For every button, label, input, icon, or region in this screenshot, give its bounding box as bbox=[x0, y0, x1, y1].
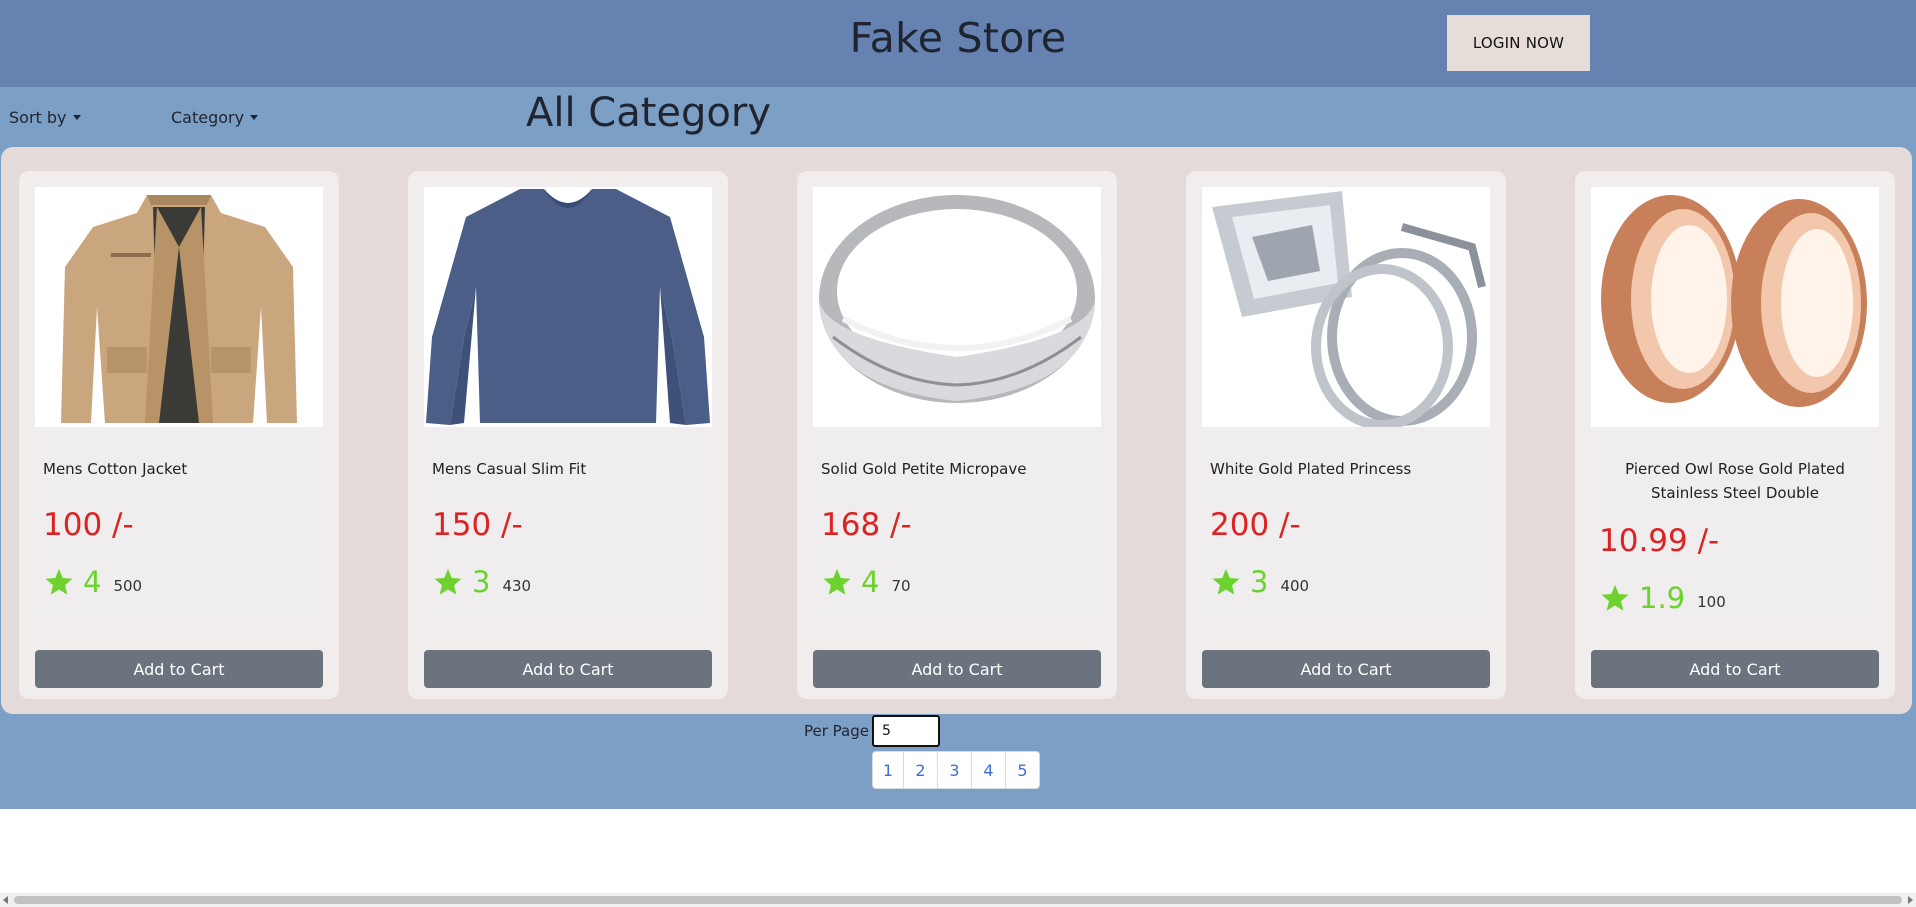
sort-dropdown[interactable]: Sort by bbox=[9, 108, 81, 127]
scroll-right-icon[interactable] bbox=[1908, 896, 1913, 904]
product-info: Solid Gold Petite Micropave 168 /- 4 70 bbox=[813, 427, 1101, 617]
star-icon bbox=[45, 568, 73, 595]
product-rating: 3 400 bbox=[1210, 567, 1309, 597]
jacket-image bbox=[35, 187, 323, 427]
product-price: 200 /- bbox=[1210, 507, 1301, 543]
category-dropdown[interactable]: Category bbox=[171, 108, 259, 127]
product-card: Mens Cotton Jacket 100 /- 4 500 Add to C… bbox=[19, 171, 339, 699]
rating-value: 3 bbox=[1250, 565, 1269, 599]
shirt-image bbox=[424, 187, 712, 427]
rating-value: 1.9 bbox=[1639, 581, 1686, 615]
page-heading: All Category bbox=[526, 90, 772, 136]
pagination: 1 2 3 4 5 bbox=[872, 751, 1040, 789]
product-info: White Gold Plated Princess 200 /- 3 400 bbox=[1202, 427, 1490, 617]
product-info: Mens Casual Slim Fit 150 /- 3 430 bbox=[424, 427, 712, 617]
product-card: Solid Gold Petite Micropave 168 /- 4 70 … bbox=[797, 171, 1117, 699]
top-header: Fake Store LOGIN NOW bbox=[0, 0, 1916, 87]
category-label: Category bbox=[171, 108, 245, 127]
page-link-2[interactable]: 2 bbox=[903, 752, 937, 788]
add-to-cart-button[interactable]: Add to Cart bbox=[35, 650, 323, 688]
diamond-ring-image bbox=[1202, 187, 1490, 427]
ring-image bbox=[813, 187, 1101, 427]
rating-count: 100 bbox=[1697, 593, 1726, 611]
store-title: Fake Store bbox=[849, 14, 1067, 62]
product-price: 168 /- bbox=[821, 507, 912, 543]
product-image[interactable] bbox=[813, 187, 1101, 427]
rating-count: 500 bbox=[113, 577, 143, 595]
product-name[interactable]: Mens Cotton Jacket bbox=[43, 457, 315, 481]
add-to-cart-button[interactable]: Add to Cart bbox=[424, 650, 712, 688]
product-rating: 1.9 100 bbox=[1599, 583, 1726, 613]
product-image[interactable] bbox=[1591, 187, 1879, 427]
product-price: 10.99 /- bbox=[1599, 523, 1720, 559]
star-icon bbox=[1212, 568, 1240, 595]
page-link-3[interactable]: 3 bbox=[937, 752, 971, 788]
page-link-1[interactable]: 1 bbox=[873, 752, 903, 788]
scroll-left-icon[interactable] bbox=[3, 896, 8, 904]
add-to-cart-button[interactable]: Add to Cart bbox=[1591, 650, 1879, 688]
product-info: Pierced Owl Rose Gold Plated Stainless S… bbox=[1591, 427, 1879, 617]
rating-value: 4 bbox=[83, 565, 102, 599]
product-rating: 4 70 bbox=[821, 567, 911, 597]
caret-down-icon bbox=[72, 115, 81, 120]
product-name[interactable]: White Gold Plated Princess bbox=[1210, 457, 1482, 481]
add-to-cart-button[interactable]: Add to Cart bbox=[1202, 650, 1490, 688]
star-icon bbox=[823, 568, 851, 595]
per-page-input[interactable] bbox=[872, 715, 940, 747]
product-name[interactable]: Mens Casual Slim Fit bbox=[432, 457, 704, 481]
product-name[interactable]: Solid Gold Petite Micropave bbox=[821, 457, 1093, 481]
sort-label: Sort by bbox=[9, 108, 67, 127]
product-rating: 3 430 bbox=[432, 567, 531, 597]
product-name[interactable]: Pierced Owl Rose Gold Plated Stainless S… bbox=[1599, 457, 1871, 505]
product-rating: 4 500 bbox=[43, 567, 142, 597]
product-image[interactable] bbox=[1202, 187, 1490, 427]
star-icon bbox=[434, 568, 462, 595]
per-page-label: Per Page bbox=[804, 722, 869, 740]
rating-count: 430 bbox=[502, 577, 532, 595]
rating-value: 3 bbox=[472, 565, 491, 599]
rating-count: 70 bbox=[891, 577, 911, 595]
ear-plug-image bbox=[1591, 187, 1879, 427]
product-card: Pierced Owl Rose Gold Plated Stainless S… bbox=[1575, 171, 1895, 699]
scrollbar-thumb[interactable] bbox=[14, 896, 1902, 904]
login-button[interactable]: LOGIN NOW bbox=[1447, 15, 1590, 71]
page-link-4[interactable]: 4 bbox=[971, 752, 1005, 788]
product-price: 150 /- bbox=[432, 507, 523, 543]
product-price: 100 /- bbox=[43, 507, 134, 543]
star-icon bbox=[1601, 584, 1629, 611]
page-link-5[interactable]: 5 bbox=[1005, 752, 1039, 788]
product-card: Mens Casual Slim Fit 150 /- 3 430 Add to… bbox=[408, 171, 728, 699]
product-image[interactable] bbox=[35, 187, 323, 427]
rating-value: 4 bbox=[861, 565, 880, 599]
horizontal-scrollbar[interactable] bbox=[0, 893, 1916, 907]
product-image[interactable] bbox=[424, 187, 712, 427]
add-to-cart-button[interactable]: Add to Cart bbox=[813, 650, 1101, 688]
caret-down-icon bbox=[250, 115, 259, 120]
product-info: Mens Cotton Jacket 100 /- 4 500 bbox=[35, 427, 323, 617]
product-card: White Gold Plated Princess 200 /- 3 400 … bbox=[1186, 171, 1506, 699]
rating-count: 400 bbox=[1280, 577, 1310, 595]
